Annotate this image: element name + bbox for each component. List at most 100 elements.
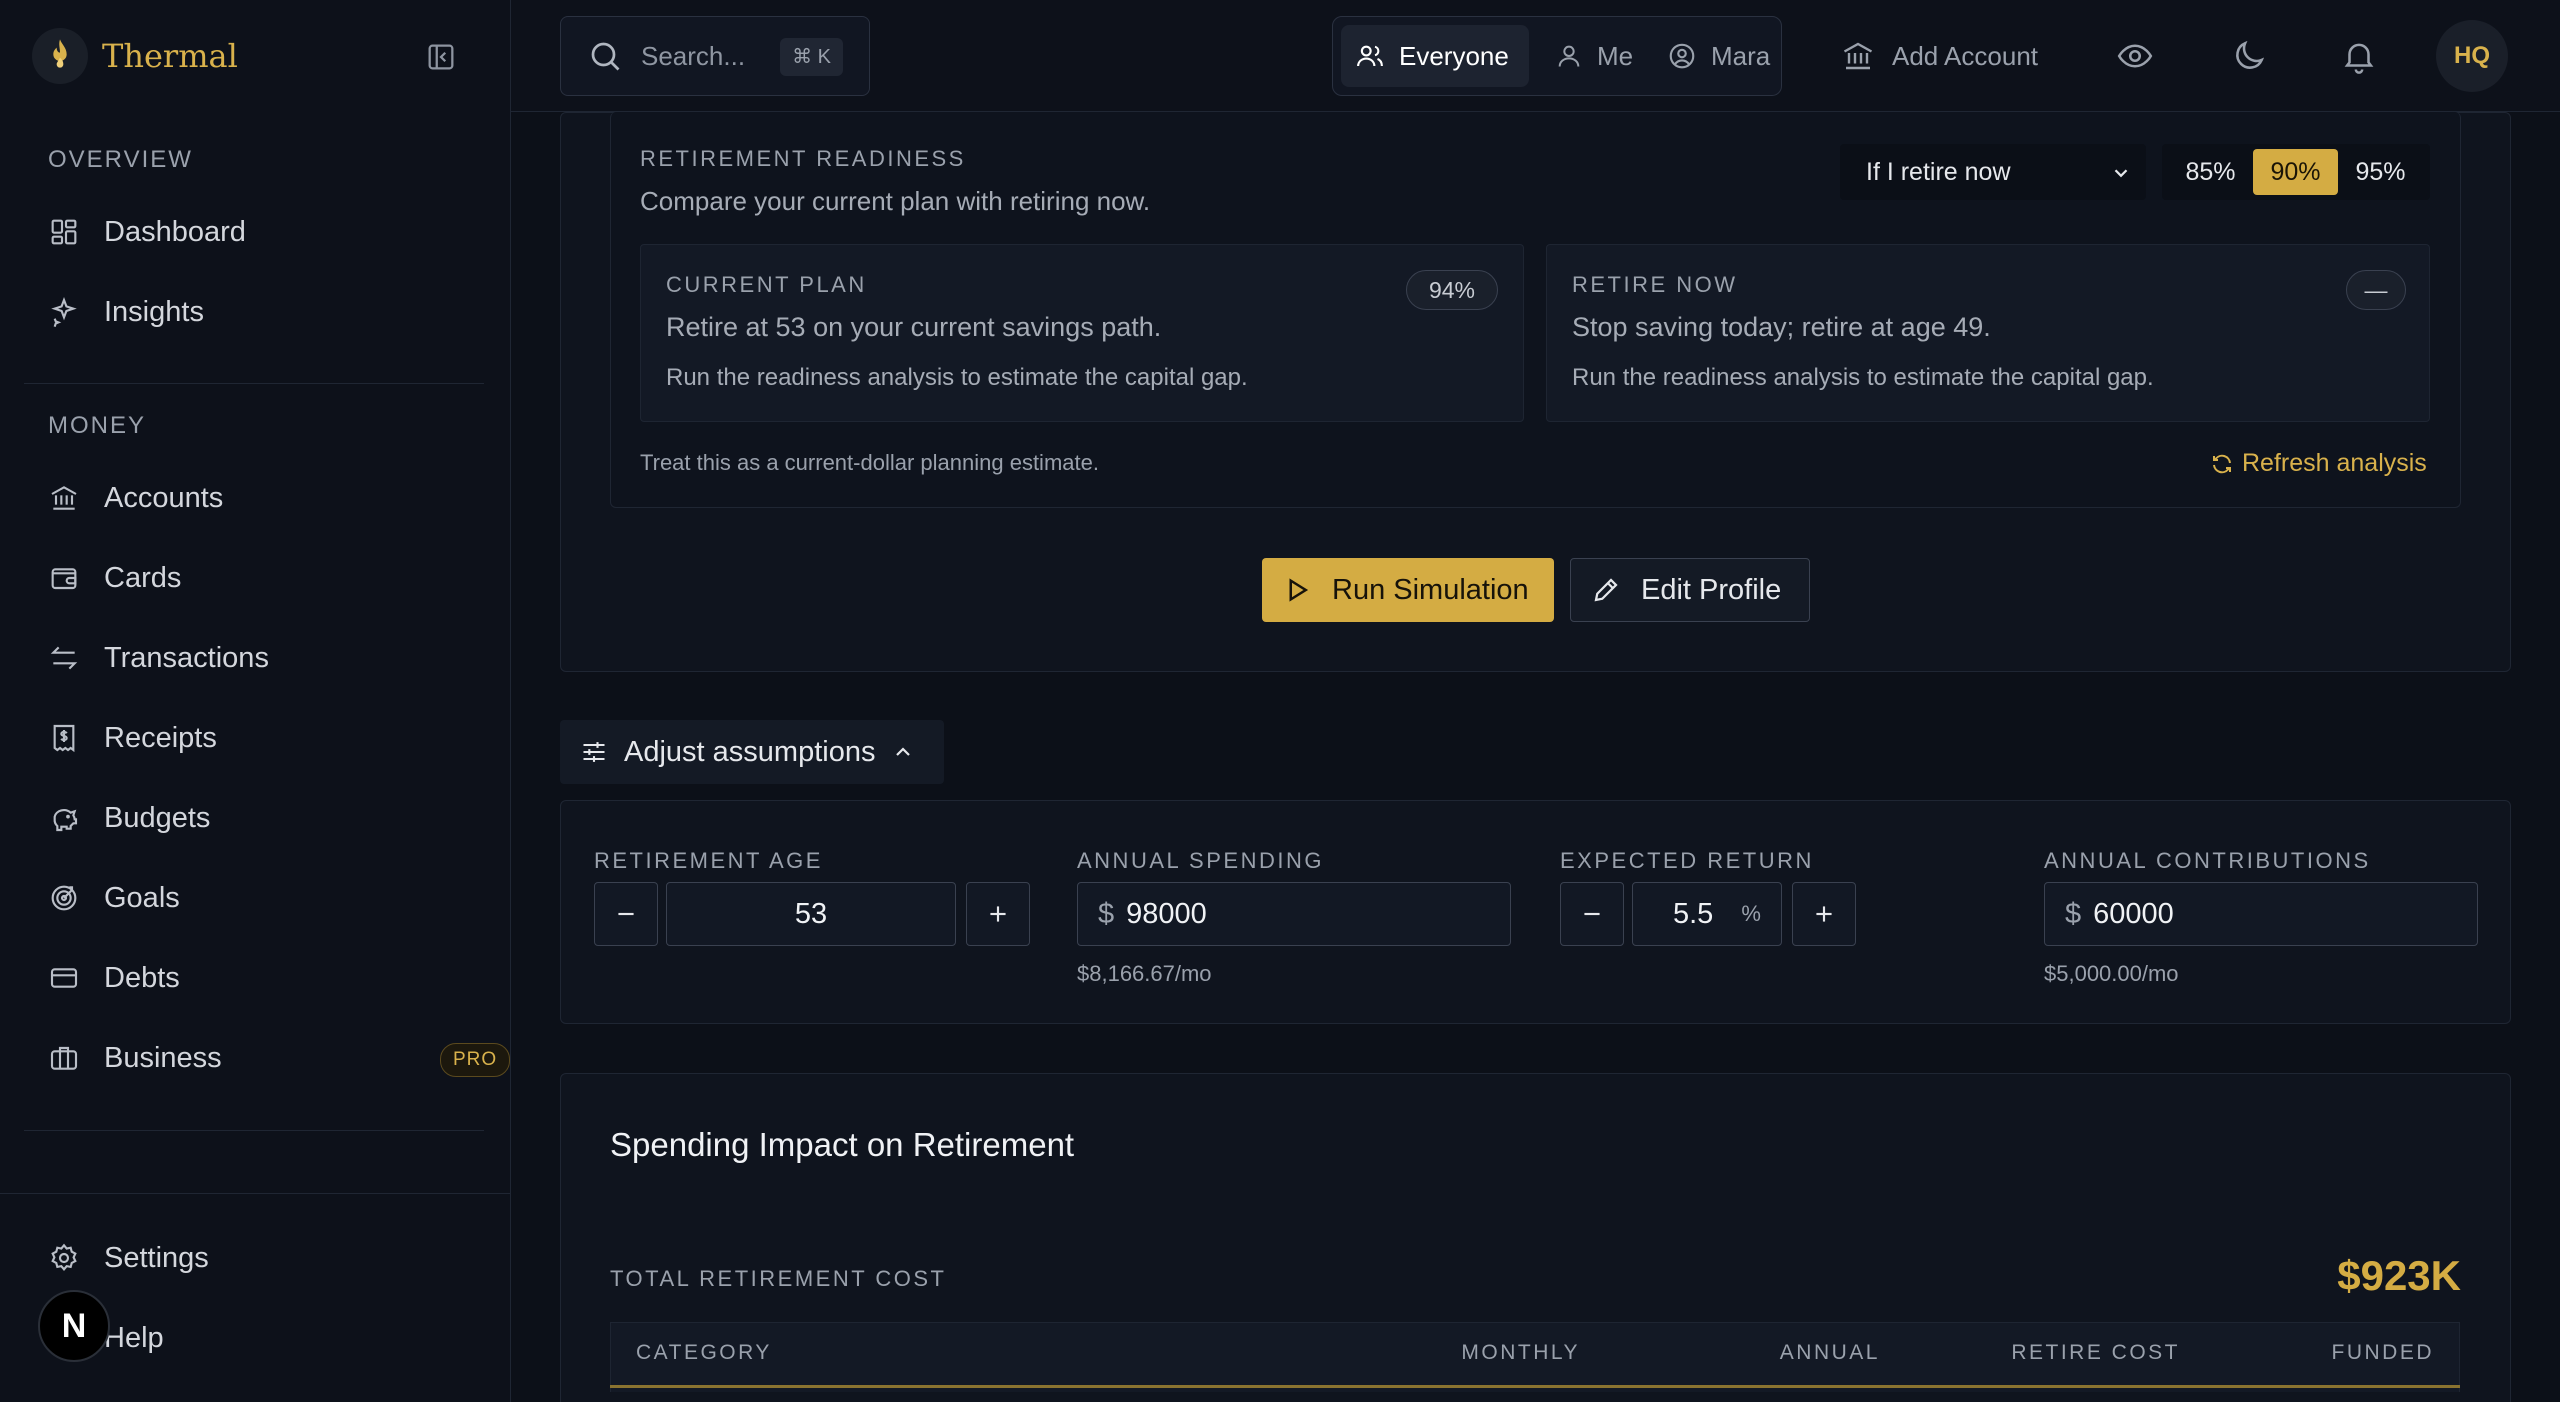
confidence-90-button[interactable]: 90% [2253,149,2338,195]
annual-contributions-input[interactable]: $ 60000 [2044,882,2478,946]
column-header-retire-cost[interactable]: RETIRE COST [1880,1322,2180,1388]
spending-impact-title: Spending Impact on Retirement [610,1126,1075,1163]
brand[interactable]: Thermal [32,26,238,86]
sidebar: Thermal OVERVIEW Dashboard Insights MONE… [0,0,511,1402]
receipt-icon [48,722,80,754]
minus-icon [613,901,639,927]
sidebar-item-transactions[interactable]: Transactions [48,634,478,682]
add-account-button[interactable]: Add Account [1840,18,2038,94]
eye-icon[interactable] [2116,18,2154,94]
sidebar-item-debts[interactable]: Debts [48,954,478,1002]
expected-return-decrement-button[interactable] [1560,882,1624,946]
readiness-title: RETIREMENT READINESS [640,146,966,171]
confidence-85-button[interactable]: 85% [2168,149,2253,195]
user-circle-icon [1667,41,1711,71]
sidebar-item-dashboard[interactable]: Dashboard [48,208,478,256]
current-plan-note: Run the readiness analysis to estimate t… [666,364,1248,391]
scenario-select[interactable]: If I retire now [1840,144,2146,200]
retirement-age-increment-button[interactable] [966,882,1030,946]
column-header-monthly[interactable]: MONTHLY [1390,1322,1580,1388]
scenario-select-value: If I retire now [1866,157,2011,186]
sidebar-item-label: Receipts [104,721,217,754]
run-simulation-button[interactable]: Run Simulation [1262,558,1554,622]
spending-table: CATEGORY MONTHLY ANNUAL RETIRE COST FUND… [610,1322,2460,1388]
run-simulation-label: Run Simulation [1332,573,1529,606]
nav-section-money: MONEY [48,412,147,439]
scope-label: Everyone [1399,40,1509,71]
search-shortcut: ⌘ K [780,38,843,76]
retire-now-note: Run the readiness analysis to estimate t… [1572,364,2154,391]
search-placeholder: Search... [641,40,746,71]
annual-contributions-label: ANNUAL CONTRIBUTIONS [2044,848,2371,873]
adjust-assumptions-toggle[interactable]: Adjust assumptions [560,720,944,784]
nav-section-overview: OVERVIEW [48,146,193,173]
annual-spending-value: 98000 [1126,897,1207,930]
sidebar-item-label: Dashboard [104,215,246,248]
sidebar-item-accounts[interactable]: Accounts [48,474,478,522]
current-plan-score-badge: 94% [1406,270,1498,310]
annual-contributions-value: 60000 [2093,897,2174,930]
wallet-icon [48,562,80,594]
sidebar-item-label: Budgets [104,801,211,834]
expected-return-input[interactable]: 5.5 % [1632,882,1782,946]
retirement-age-label: RETIREMENT AGE [594,848,823,873]
expected-return-value: 5.5 [1673,897,1714,930]
scope-everyone-button[interactable]: Everyone [1341,25,1529,87]
sidebar-item-receipts[interactable]: Receipts [48,714,478,762]
sidebar-item-settings[interactable]: Settings [48,1234,478,1282]
readiness-footnote: Treat this as a current-dollar planning … [640,450,1099,475]
divider [0,1193,511,1194]
bell-icon[interactable] [2340,18,2378,94]
total-retirement-cost-value: $923K [2337,1252,2461,1299]
retirement-age-decrement-button[interactable] [594,882,658,946]
scope-mara-button[interactable]: Mara [1653,25,1777,87]
sidebar-item-label: Help [104,1321,164,1354]
users-icon [1355,41,1399,71]
refresh-analysis-link[interactable]: Refresh analysis [2210,449,2427,478]
user-avatar-n[interactable]: N [38,1290,110,1362]
scope-label: Me [1597,40,1634,71]
adjust-assumptions-label: Adjust assumptions [624,735,876,768]
scope-label: Mara [1711,40,1771,71]
sidebar-item-label: Debts [104,961,180,994]
annual-spending-label: ANNUAL SPENDING [1077,848,1324,873]
sparkles-icon [48,296,80,328]
current-plan-description: Retire at 53 on your current savings pat… [666,312,1162,342]
sidebar-item-label: Goals [104,881,180,914]
sidebar-item-budgets[interactable]: Budgets [48,794,478,842]
retirement-age-input[interactable]: 53 [666,882,956,946]
sliders-icon [580,738,624,766]
confidence-95-button[interactable]: 95% [2338,149,2423,195]
column-header-funded[interactable]: FUNDED [2180,1322,2460,1388]
search-icon [587,38,623,74]
sidebar-item-label: Business [104,1041,222,1074]
user-avatar[interactable]: HQ [2436,20,2508,92]
sidebar-item-business[interactable]: Business PRO [48,1034,511,1082]
expected-return-increment-button[interactable] [1792,882,1856,946]
gear-icon [48,1242,80,1274]
sidebar-item-help[interactable]: Help [48,1314,478,1362]
search-input[interactable]: Search... ⌘ K [560,16,870,96]
total-retirement-cost-label: TOTAL RETIREMENT COST [610,1266,947,1291]
column-header-annual[interactable]: ANNUAL [1580,1322,1880,1388]
divider [24,1130,484,1131]
sidebar-item-insights[interactable]: Insights [48,288,478,336]
sidebar-item-cards[interactable]: Cards [48,554,478,602]
edit-profile-button[interactable]: Edit Profile [1570,558,1810,622]
refresh-icon [2210,452,2234,476]
annual-spending-monthly: $8,166.67/mo [1077,961,1212,986]
currency-prefix: $ [2065,897,2082,930]
sidebar-item-label: Transactions [104,641,269,674]
bank-icon [1840,38,1876,74]
sidebar-item-goals[interactable]: Goals [48,874,478,922]
brand-name: Thermal [102,37,238,75]
target-icon [48,882,80,914]
sidebar-item-label: Insights [104,295,204,328]
annual-spending-input[interactable]: $ 98000 [1077,882,1511,946]
moon-icon[interactable] [2230,18,2268,94]
currency-prefix: $ [1098,897,1115,930]
scope-me-button[interactable]: Me [1541,25,1651,87]
piggy-bank-icon [48,802,80,834]
collapse-sidebar-icon[interactable] [424,40,458,74]
column-header-category[interactable]: CATEGORY [610,1322,1390,1388]
